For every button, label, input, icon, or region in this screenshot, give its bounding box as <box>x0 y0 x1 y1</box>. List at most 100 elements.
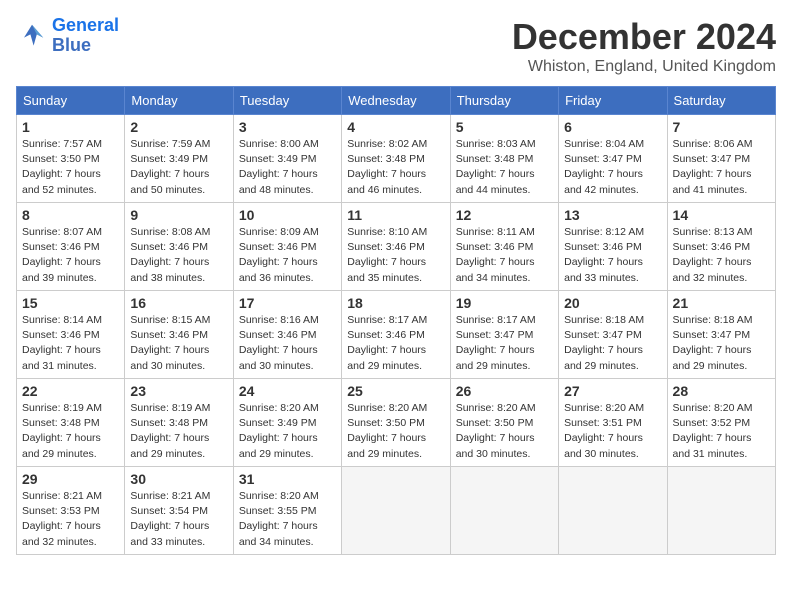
calendar-cell: 10 Sunrise: 8:09 AMSunset: 3:46 PMDaylig… <box>233 203 341 291</box>
cell-info: Sunrise: 8:17 AMSunset: 3:47 PMDaylight:… <box>456 314 536 372</box>
weekday-header: Wednesday <box>342 87 450 115</box>
logo-text: General Blue <box>52 16 119 56</box>
calendar-cell: 29 Sunrise: 8:21 AMSunset: 3:53 PMDaylig… <box>17 467 125 555</box>
cell-info: Sunrise: 8:10 AMSunset: 3:46 PMDaylight:… <box>347 226 427 284</box>
day-number: 17 <box>239 295 336 311</box>
calendar-cell: 21 Sunrise: 8:18 AMSunset: 3:47 PMDaylig… <box>667 291 775 379</box>
calendar-cell: 12 Sunrise: 8:11 AMSunset: 3:46 PMDaylig… <box>450 203 558 291</box>
cell-info: Sunrise: 8:17 AMSunset: 3:46 PMDaylight:… <box>347 314 427 372</box>
day-number: 24 <box>239 383 336 399</box>
cell-info: Sunrise: 8:12 AMSunset: 3:46 PMDaylight:… <box>564 226 644 284</box>
calendar-cell: 15 Sunrise: 8:14 AMSunset: 3:46 PMDaylig… <box>17 291 125 379</box>
calendar-cell: 23 Sunrise: 8:19 AMSunset: 3:48 PMDaylig… <box>125 379 233 467</box>
cell-info: Sunrise: 8:06 AMSunset: 3:47 PMDaylight:… <box>673 138 753 196</box>
day-number: 5 <box>456 119 553 135</box>
calendar-table: SundayMondayTuesdayWednesdayThursdayFrid… <box>16 86 776 555</box>
day-number: 4 <box>347 119 444 135</box>
logo-general: General <box>52 15 119 35</box>
logo-blue: Blue <box>52 35 91 55</box>
logo: General Blue <box>16 16 119 56</box>
day-number: 23 <box>130 383 227 399</box>
cell-info: Sunrise: 8:07 AMSunset: 3:46 PMDaylight:… <box>22 226 102 284</box>
cell-info: Sunrise: 7:57 AMSunset: 3:50 PMDaylight:… <box>22 138 102 196</box>
cell-info: Sunrise: 8:18 AMSunset: 3:47 PMDaylight:… <box>564 314 644 372</box>
calendar-cell: 1 Sunrise: 7:57 AMSunset: 3:50 PMDayligh… <box>17 115 125 203</box>
calendar-cell: 13 Sunrise: 8:12 AMSunset: 3:46 PMDaylig… <box>559 203 667 291</box>
day-number: 30 <box>130 471 227 487</box>
calendar-cell <box>342 467 450 555</box>
calendar-cell: 25 Sunrise: 8:20 AMSunset: 3:50 PMDaylig… <box>342 379 450 467</box>
day-number: 2 <box>130 119 227 135</box>
day-number: 16 <box>130 295 227 311</box>
cell-info: Sunrise: 8:14 AMSunset: 3:46 PMDaylight:… <box>22 314 102 372</box>
calendar-cell <box>667 467 775 555</box>
cell-info: Sunrise: 8:19 AMSunset: 3:48 PMDaylight:… <box>22 402 102 460</box>
calendar-cell: 14 Sunrise: 8:13 AMSunset: 3:46 PMDaylig… <box>667 203 775 291</box>
calendar-cell: 17 Sunrise: 8:16 AMSunset: 3:46 PMDaylig… <box>233 291 341 379</box>
calendar-cell: 6 Sunrise: 8:04 AMSunset: 3:47 PMDayligh… <box>559 115 667 203</box>
calendar-week-row: 1 Sunrise: 7:57 AMSunset: 3:50 PMDayligh… <box>17 115 776 203</box>
day-number: 15 <box>22 295 119 311</box>
day-number: 11 <box>347 207 444 223</box>
calendar-cell <box>450 467 558 555</box>
calendar-week-row: 15 Sunrise: 8:14 AMSunset: 3:46 PMDaylig… <box>17 291 776 379</box>
calendar-cell: 9 Sunrise: 8:08 AMSunset: 3:46 PMDayligh… <box>125 203 233 291</box>
weekday-header: Monday <box>125 87 233 115</box>
calendar-cell: 20 Sunrise: 8:18 AMSunset: 3:47 PMDaylig… <box>559 291 667 379</box>
day-number: 10 <box>239 207 336 223</box>
cell-info: Sunrise: 8:20 AMSunset: 3:52 PMDaylight:… <box>673 402 753 460</box>
location: Whiston, England, United Kingdom <box>512 58 776 76</box>
weekday-header: Saturday <box>667 87 775 115</box>
cell-info: Sunrise: 8:11 AMSunset: 3:46 PMDaylight:… <box>456 226 535 284</box>
day-number: 14 <box>673 207 770 223</box>
day-number: 1 <box>22 119 119 135</box>
day-number: 18 <box>347 295 444 311</box>
calendar-cell: 30 Sunrise: 8:21 AMSunset: 3:54 PMDaylig… <box>125 467 233 555</box>
page-header: General Blue December 2024 Whiston, Engl… <box>16 16 776 76</box>
month-title: December 2024 <box>512 16 776 58</box>
calendar-cell: 24 Sunrise: 8:20 AMSunset: 3:49 PMDaylig… <box>233 379 341 467</box>
calendar-header-row: SundayMondayTuesdayWednesdayThursdayFrid… <box>17 87 776 115</box>
day-number: 28 <box>673 383 770 399</box>
calendar-cell: 8 Sunrise: 8:07 AMSunset: 3:46 PMDayligh… <box>17 203 125 291</box>
cell-info: Sunrise: 8:04 AMSunset: 3:47 PMDaylight:… <box>564 138 644 196</box>
weekday-header: Friday <box>559 87 667 115</box>
calendar-cell: 2 Sunrise: 7:59 AMSunset: 3:49 PMDayligh… <box>125 115 233 203</box>
calendar-week-row: 29 Sunrise: 8:21 AMSunset: 3:53 PMDaylig… <box>17 467 776 555</box>
calendar-cell: 16 Sunrise: 8:15 AMSunset: 3:46 PMDaylig… <box>125 291 233 379</box>
logo-icon <box>16 20 48 52</box>
cell-info: Sunrise: 8:09 AMSunset: 3:46 PMDaylight:… <box>239 226 319 284</box>
cell-info: Sunrise: 8:21 AMSunset: 3:54 PMDaylight:… <box>130 490 210 548</box>
weekday-header: Sunday <box>17 87 125 115</box>
cell-info: Sunrise: 8:00 AMSunset: 3:49 PMDaylight:… <box>239 138 319 196</box>
calendar-cell: 3 Sunrise: 8:00 AMSunset: 3:49 PMDayligh… <box>233 115 341 203</box>
calendar-cell: 4 Sunrise: 8:02 AMSunset: 3:48 PMDayligh… <box>342 115 450 203</box>
calendar-cell: 27 Sunrise: 8:20 AMSunset: 3:51 PMDaylig… <box>559 379 667 467</box>
calendar-cell: 22 Sunrise: 8:19 AMSunset: 3:48 PMDaylig… <box>17 379 125 467</box>
cell-info: Sunrise: 8:15 AMSunset: 3:46 PMDaylight:… <box>130 314 210 372</box>
day-number: 20 <box>564 295 661 311</box>
calendar-cell: 28 Sunrise: 8:20 AMSunset: 3:52 PMDaylig… <box>667 379 775 467</box>
cell-info: Sunrise: 8:20 AMSunset: 3:51 PMDaylight:… <box>564 402 644 460</box>
day-number: 22 <box>22 383 119 399</box>
cell-info: Sunrise: 8:02 AMSunset: 3:48 PMDaylight:… <box>347 138 427 196</box>
day-number: 21 <box>673 295 770 311</box>
cell-info: Sunrise: 7:59 AMSunset: 3:49 PMDaylight:… <box>130 138 210 196</box>
cell-info: Sunrise: 8:16 AMSunset: 3:46 PMDaylight:… <box>239 314 319 372</box>
day-number: 19 <box>456 295 553 311</box>
calendar-cell: 11 Sunrise: 8:10 AMSunset: 3:46 PMDaylig… <box>342 203 450 291</box>
cell-info: Sunrise: 8:21 AMSunset: 3:53 PMDaylight:… <box>22 490 102 548</box>
day-number: 27 <box>564 383 661 399</box>
day-number: 12 <box>456 207 553 223</box>
day-number: 6 <box>564 119 661 135</box>
cell-info: Sunrise: 8:20 AMSunset: 3:49 PMDaylight:… <box>239 402 319 460</box>
cell-info: Sunrise: 8:20 AMSunset: 3:55 PMDaylight:… <box>239 490 319 548</box>
calendar-cell: 19 Sunrise: 8:17 AMSunset: 3:47 PMDaylig… <box>450 291 558 379</box>
calendar-week-row: 22 Sunrise: 8:19 AMSunset: 3:48 PMDaylig… <box>17 379 776 467</box>
cell-info: Sunrise: 8:03 AMSunset: 3:48 PMDaylight:… <box>456 138 536 196</box>
day-number: 26 <box>456 383 553 399</box>
calendar-cell: 31 Sunrise: 8:20 AMSunset: 3:55 PMDaylig… <box>233 467 341 555</box>
calendar-cell: 5 Sunrise: 8:03 AMSunset: 3:48 PMDayligh… <box>450 115 558 203</box>
weekday-header: Tuesday <box>233 87 341 115</box>
calendar-cell: 7 Sunrise: 8:06 AMSunset: 3:47 PMDayligh… <box>667 115 775 203</box>
